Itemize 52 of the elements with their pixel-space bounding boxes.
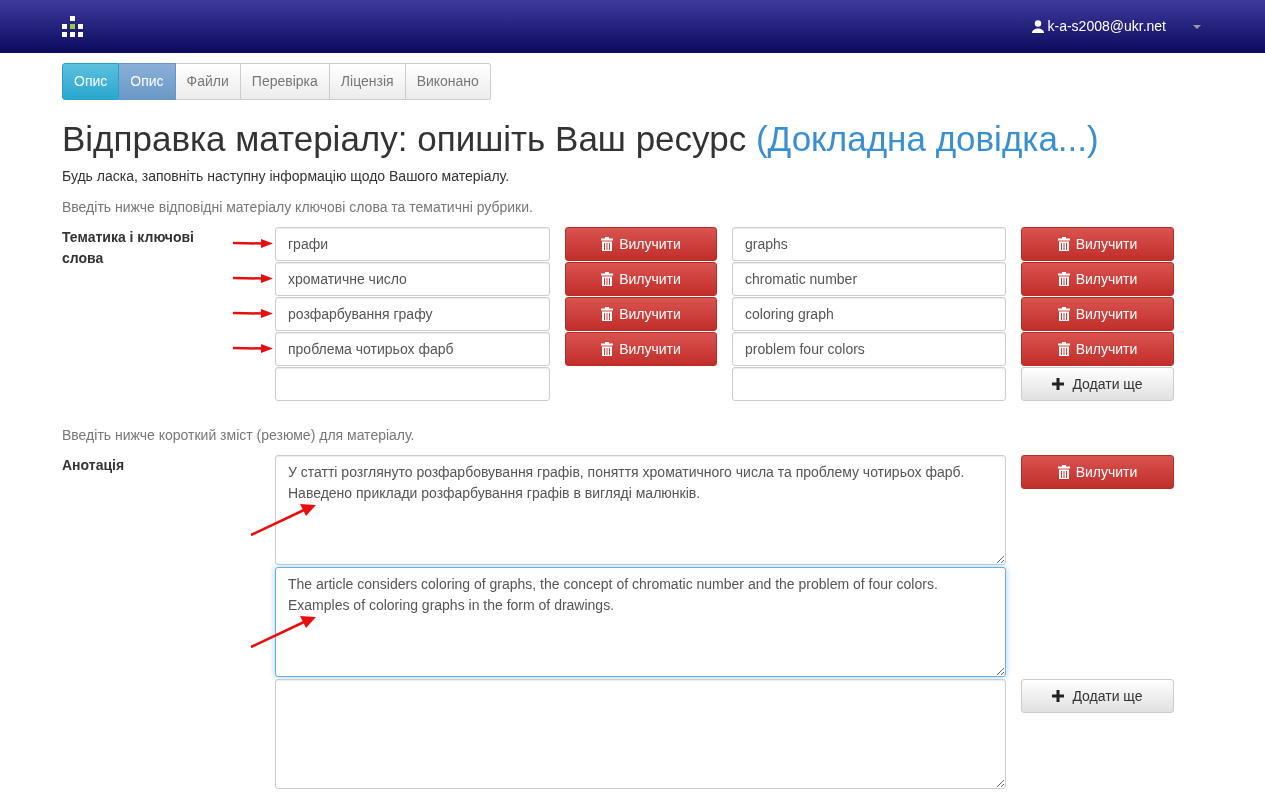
text-input[interactable]: graphs <box>732 227 1006 261</box>
trash-icon <box>1057 272 1070 286</box>
text-input[interactable] <box>275 367 550 401</box>
step-tab[interactable]: Опис <box>119 63 176 100</box>
text-input[interactable]: проблема чотирьох фарб <box>275 332 550 366</box>
remove-button[interactable]: Вилучити <box>1021 297 1174 331</box>
caret-icon[interactable] <box>1192 23 1202 30</box>
text-input[interactable]: розфарбування графу <box>275 297 550 331</box>
add-more-button[interactable]: Додати ще <box>1021 367 1174 401</box>
remove-button[interactable]: Вилучити <box>1021 332 1174 366</box>
trash-icon <box>601 342 614 356</box>
section-hint: Введіть нижче короткий зміст (резюме) для матеріалу. <box>62 426 416 445</box>
remove-button[interactable]: Вилучити <box>565 227 717 261</box>
plus-icon <box>1052 378 1065 390</box>
trash-icon <box>601 307 614 321</box>
trash-icon <box>601 237 614 251</box>
step-tab[interactable]: Опис <box>62 63 120 100</box>
trash-icon <box>1057 307 1070 321</box>
text-input[interactable]: хроматичне число <box>275 262 550 296</box>
text-input[interactable] <box>732 367 1006 401</box>
remove-button[interactable]: Вилучити <box>565 262 717 296</box>
page-title: Відправка матеріалу: опишіть Ваш ресурс (Докладна довідка...) <box>62 118 1100 160</box>
text-input[interactable]: графи <box>275 227 550 261</box>
section-hint: Введіть нижче відповідні матеріалу ключові слова та тематичні рубрики. <box>62 198 534 217</box>
remove-button[interactable]: Вилучити <box>1021 227 1174 261</box>
text-input[interactable]: chromatic number <box>732 262 1006 296</box>
remove-button[interactable]: Вилучити <box>565 332 717 366</box>
field-label: Анотація <box>62 456 126 475</box>
step-tab[interactable]: Виконано <box>405 63 491 100</box>
step-tab[interactable]: Перевірка <box>240 63 330 100</box>
remove-button[interactable]: Вилучити <box>565 297 717 331</box>
help-link[interactable]: (Докладна довідка...) <box>755 119 1099 158</box>
field-label: Тематика і ключові слова <box>62 228 195 268</box>
trash-icon <box>1057 237 1070 251</box>
step-tab[interactable]: Ліцензія <box>329 63 406 100</box>
text-area[interactable] <box>275 679 1006 789</box>
intro-text: Будь ласка, заповніть наступну інформацію щодо Вашого матеріалу. <box>62 167 511 186</box>
remove-button[interactable]: Вилучити <box>1021 262 1174 296</box>
add-more-button[interactable]: Додати ще <box>1021 679 1174 713</box>
logo-icon[interactable] <box>62 15 84 38</box>
remove-button[interactable]: Вилучити <box>1021 455 1174 489</box>
user-menu-link[interactable]: k-a-s2008@ukr.net <box>1031 16 1166 37</box>
text-input[interactable]: coloring graph <box>732 297 1006 331</box>
text-area[interactable]: У статті розглянуто розфарбовування графів, поняття хроматичного числа та проблему чотирьох фарб. Наведено приклади розфарбування графів в вигляді малюнків. <box>275 455 1006 565</box>
trash-icon <box>601 272 614 286</box>
step-tab[interactable]: Файли <box>175 63 241 100</box>
trash-icon <box>1057 342 1070 356</box>
text-area[interactable]: The article considers coloring of graphs, the concept of chromatic number and the problem of four colors. Examples of coloring graphs in the form of drawings. <box>275 567 1006 677</box>
trash-icon <box>1057 465 1070 479</box>
text-input[interactable]: problem four colors <box>732 332 1006 366</box>
plus-icon <box>1052 690 1065 702</box>
user-icon <box>1031 20 1044 33</box>
